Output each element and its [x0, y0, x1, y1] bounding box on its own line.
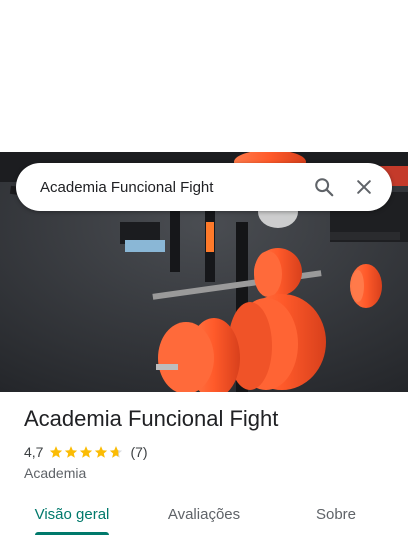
star-half-icon — [110, 446, 123, 458]
star-icon — [95, 446, 108, 458]
place-title: Academia Funcional Fight — [24, 406, 279, 431]
tab-overview[interactable]: Visão geral — [24, 492, 120, 536]
search-input[interactable]: Academia Funcional Fight — [40, 179, 304, 196]
review-count[interactable]: (7) — [130, 444, 147, 460]
close-icon[interactable] — [344, 167, 384, 207]
search-icon[interactable] — [304, 167, 344, 207]
star-icon — [50, 446, 63, 458]
star-icon — [65, 446, 78, 458]
star-icon — [80, 446, 93, 458]
place-category[interactable]: Academia — [24, 465, 86, 481]
star-rating — [49, 445, 124, 459]
tab-reviews[interactable]: Avaliações — [152, 492, 256, 536]
rating-value: 4,7 — [24, 444, 44, 460]
tab-about[interactable]: Sobre — [296, 492, 376, 536]
rating-row[interactable]: 4,7 (7) — [24, 444, 148, 460]
map-area-blank — [0, 0, 408, 152]
place-tabs: Visão geral Avaliações Sobre — [0, 492, 408, 544]
active-tab-indicator — [35, 532, 109, 535]
search-bar[interactable]: Academia Funcional Fight — [16, 163, 392, 211]
